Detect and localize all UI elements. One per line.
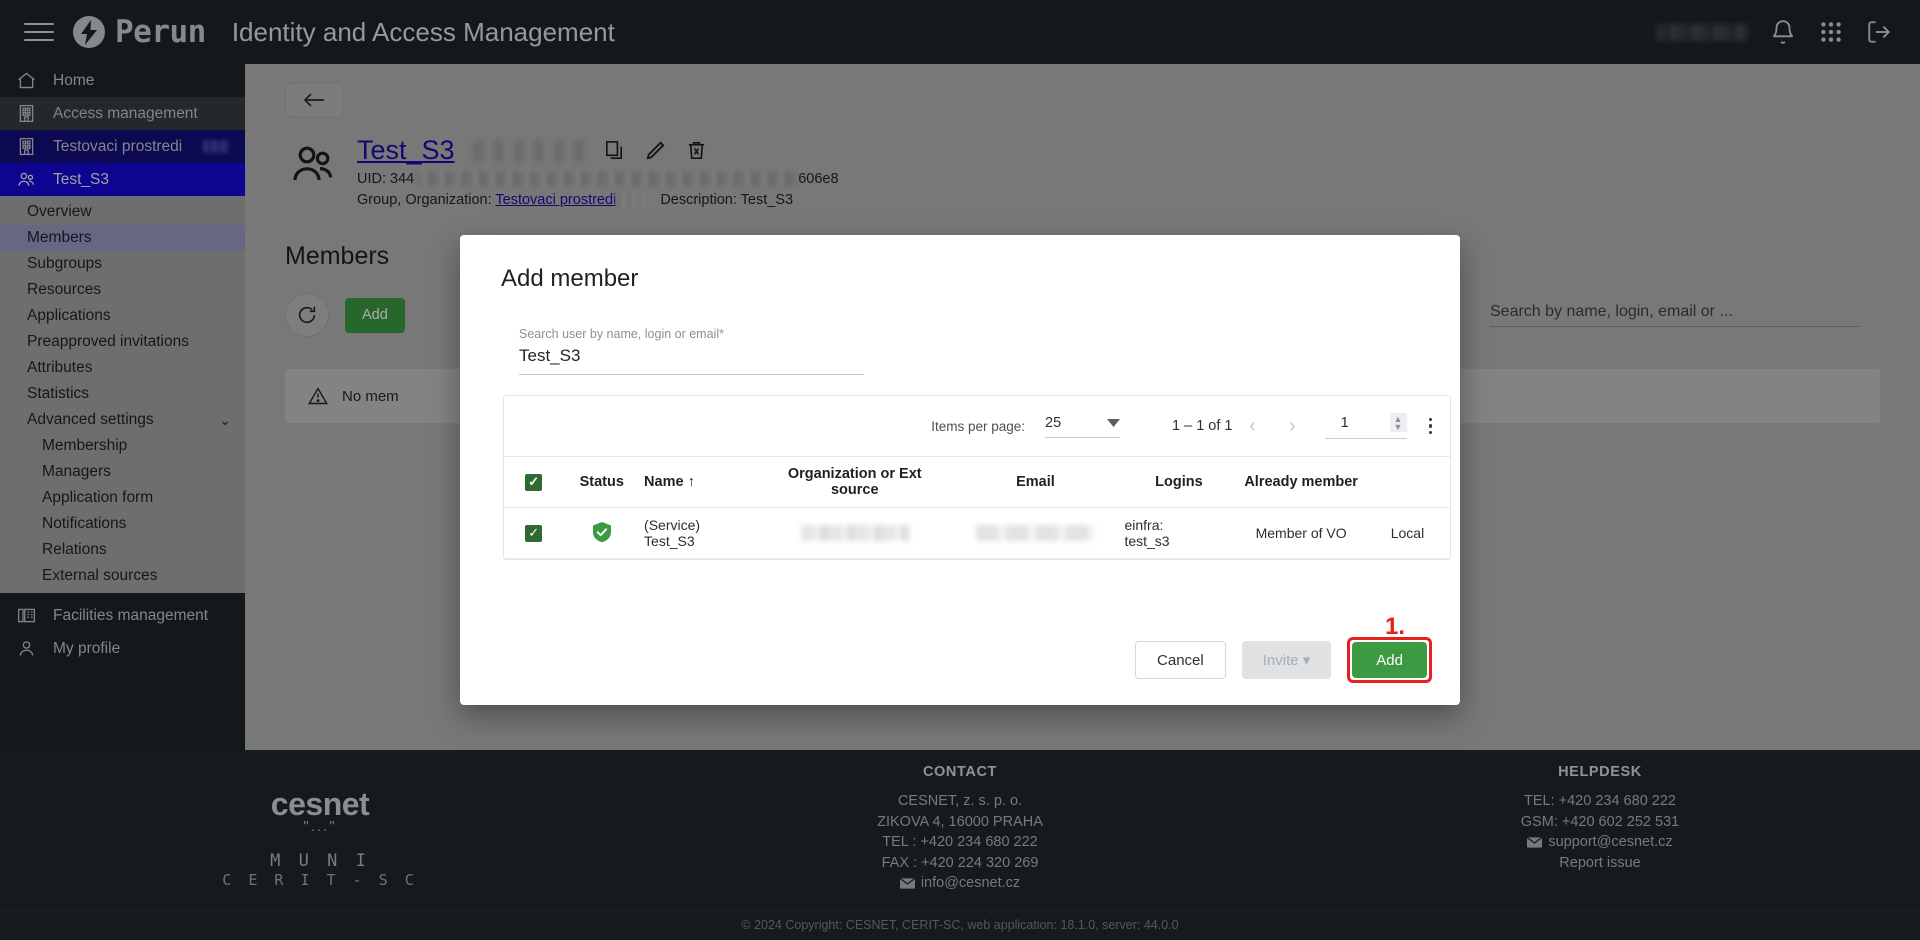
page-number-input[interactable]: 1 ▲▼ xyxy=(1325,413,1407,439)
name-header-label: Name xyxy=(644,474,684,490)
checkbox-checked-icon[interactable]: ✓ xyxy=(525,474,542,491)
prev-page-button[interactable]: ‹ xyxy=(1233,415,1273,438)
chevron-down-icon xyxy=(1107,419,1120,427)
row-already-member-cell: Member of VO xyxy=(1237,508,1365,559)
logins-header[interactable]: Logins xyxy=(1120,457,1237,508)
spinner-up-down-icon[interactable]: ▲▼ xyxy=(1390,413,1407,432)
row-status-cell xyxy=(564,508,641,559)
email-redacted xyxy=(976,525,1094,541)
step-marker: 1. xyxy=(1385,613,1405,641)
dialog-actions: Cancel Invite ▾ Add xyxy=(1135,637,1432,683)
row-name-line1: (Service) xyxy=(644,517,755,533)
items-per-page-label: Items per page: xyxy=(931,419,1025,434)
email-header[interactable]: Email xyxy=(950,457,1120,508)
dialog-title: Add member xyxy=(501,265,1434,293)
results-table: ✓ Status Name ↑ Organization or Ext sour… xyxy=(504,456,1450,559)
search-user-field: Search user by name, login or email* Tes… xyxy=(519,327,864,375)
add-button[interactable]: Add xyxy=(1352,642,1427,678)
page-number-value: 1 xyxy=(1325,414,1349,431)
add-button-highlight: Add xyxy=(1347,637,1432,683)
already-member-header[interactable]: Already member xyxy=(1237,457,1365,508)
app-root: Perun Identity and Access Management Hom… xyxy=(0,0,1920,940)
kebab-menu-icon[interactable] xyxy=(1429,418,1433,435)
cancel-button[interactable]: Cancel xyxy=(1135,641,1226,679)
row-email-cell xyxy=(950,508,1120,559)
organization-redacted xyxy=(801,525,909,541)
sort-ascending-icon: ↑ xyxy=(688,474,695,490)
row-logins-line2: test_s3 xyxy=(1124,533,1233,549)
row-name-cell: (Service) Test_S3 xyxy=(640,508,759,559)
checkbox-checked-icon[interactable]: ✓ xyxy=(525,525,542,542)
results-card: Items per page: 25 1 – 1 of 1 ‹ › 1 ▲▼ xyxy=(503,395,1451,560)
shield-check-icon xyxy=(592,521,612,543)
page-range-label: 1 – 1 of 1 xyxy=(1172,418,1232,434)
row-organization-cell xyxy=(759,508,950,559)
row-logins-line1: einfra: xyxy=(1124,517,1233,533)
status-header[interactable]: Status xyxy=(564,457,641,508)
row-logins-cell: einfra: test_s3 xyxy=(1120,508,1237,559)
results-table-head: ✓ Status Name ↑ Organization or Ext sour… xyxy=(504,457,1450,508)
invite-label: Invite xyxy=(1263,652,1299,669)
add-member-dialog: Add member Search user by name, login or… xyxy=(460,235,1460,705)
table-header-row: ✓ Status Name ↑ Organization or Ext sour… xyxy=(504,457,1450,508)
organization-header[interactable]: Organization or Ext source xyxy=(759,457,950,508)
table-row[interactable]: ✓ (Service) Test_S3 xyxy=(504,508,1450,559)
row-name-line2: Test_S3 xyxy=(644,533,755,549)
row-source-cell: Local xyxy=(1365,508,1450,559)
next-page-button[interactable]: › xyxy=(1273,415,1313,438)
paginator: Items per page: 25 1 – 1 of 1 ‹ › 1 ▲▼ xyxy=(504,396,1450,456)
name-header[interactable]: Name ↑ xyxy=(640,457,759,508)
search-user-label: Search user by name, login or email* xyxy=(519,327,864,341)
items-per-page-select[interactable]: 25 xyxy=(1045,415,1120,438)
source-header xyxy=(1365,457,1450,508)
invite-button[interactable]: Invite ▾ xyxy=(1242,641,1332,679)
items-per-page-value: 25 xyxy=(1045,415,1061,431)
results-table-body: ✓ (Service) Test_S3 xyxy=(504,508,1450,559)
search-user-input[interactable]: Test_S3 xyxy=(519,346,864,375)
row-checkbox-cell: ✓ xyxy=(504,508,564,559)
caret-down-icon: ▾ xyxy=(1303,652,1311,669)
select-all-header: ✓ xyxy=(504,457,564,508)
